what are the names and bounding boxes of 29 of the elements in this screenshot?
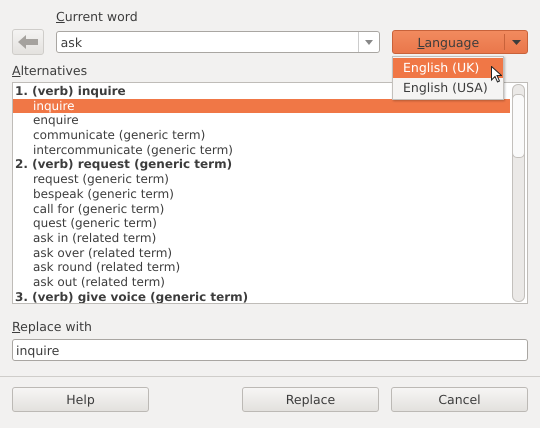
dialog-button[interactable]: Replace — [242, 387, 379, 412]
left-arrow-icon — [18, 35, 38, 49]
group-heading[interactable]: 1. (verb) inquire — [15, 84, 126, 98]
dialog-button[interactable]: Cancel — [391, 387, 528, 412]
alternative-item[interactable]: communicate (generic term) — [13, 128, 510, 143]
alternative-item[interactable]: ask over (related term) — [13, 246, 510, 260]
alternative-item[interactable]: ask round (related term) — [13, 260, 510, 275]
replace-with-label: Replace with — [12, 319, 92, 334]
help-button[interactable]: Help — [12, 387, 149, 412]
alternative-item[interactable]: bespeak (generic term) — [13, 186, 510, 202]
language-option[interactable]: English (USA) — [393, 78, 503, 98]
alternative-item[interactable]: ask out (related term) — [13, 274, 510, 290]
back-button[interactable] — [12, 29, 44, 55]
dropdown-arrow-icon — [512, 40, 520, 44]
group-heading[interactable]: 2. (verb) request (generic term) — [15, 157, 232, 172]
group-heading[interactable]: 3. (verb) give voice (generic term) — [15, 290, 248, 303]
alternatives-label: Alternatives — [12, 63, 88, 78]
alternative-item[interactable]: ask in (related term) — [13, 230, 510, 246]
alternative-item[interactable]: quest (generic term) — [13, 216, 510, 231]
scrollbar[interactable] — [512, 84, 525, 302]
alternative-item[interactable]: enquire — [13, 113, 510, 128]
dropdown-arrow-icon — [364, 40, 373, 44]
replace-with-field[interactable]: inquire — [12, 339, 528, 361]
alternative-item[interactable]: request (generic term) — [13, 172, 510, 187]
current-word-combo[interactable]: ask — [56, 31, 380, 53]
alternative-item[interactable]: call for (generic term) — [13, 202, 510, 216]
current-word-label: Current word — [56, 9, 138, 24]
alternative-item[interactable]: intercommunicate (generic term) — [13, 142, 510, 158]
language-button[interactable]: Language — [392, 30, 528, 54]
